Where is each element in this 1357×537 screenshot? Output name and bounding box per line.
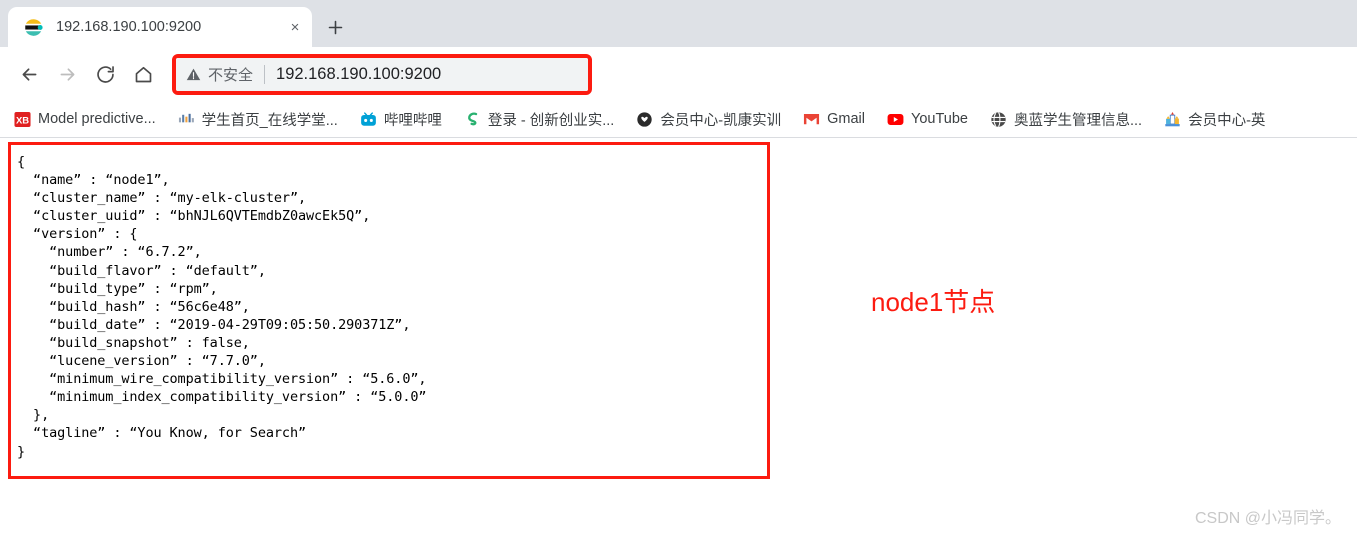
bookmark-label: 奥蓝学生管理信息... <box>1014 112 1143 129</box>
globe-dark-icon <box>990 111 1007 128</box>
bookmark-label: Model predictive... <box>38 111 156 127</box>
tab-title: 192.168.190.100:9200 <box>56 19 202 35</box>
bookmark-item[interactable]: 会员中心-英 <box>1164 106 1265 132</box>
bookmark-item[interactable]: 学生首页_在线学堂... <box>178 106 338 132</box>
security-status-label: 不安全 <box>208 66 254 84</box>
xb-red-square-icon: XB <box>14 111 31 128</box>
green-s-logo-icon <box>464 111 481 128</box>
node1-annotation: node1节点 <box>871 287 996 317</box>
bookmark-item[interactable]: 会员中心-凯康实训 <box>636 106 781 132</box>
csdn-watermark: CSDN @小冯同学。 <box>1194 510 1341 527</box>
dark-circle-icon <box>636 111 653 128</box>
omnibox-divider <box>264 64 266 84</box>
warning-triangle-icon[interactable] <box>186 67 201 82</box>
browser-tab[interactable]: 192.168.190.100:9200 × <box>8 7 312 47</box>
bookmark-label: Gmail <box>827 111 866 127</box>
browser-tab-strip: 192.168.190.100:9200 × <box>0 0 1357 47</box>
browser-toolbar: 不安全 192.168.190.100:9200 <box>0 47 1357 101</box>
close-icon[interactable]: × <box>282 14 308 40</box>
youtube-icon <box>887 111 904 128</box>
bookmark-label: 会员中心-英 <box>1188 112 1266 129</box>
bookmark-item[interactable]: Gmail <box>803 106 865 132</box>
new-tab-button[interactable] <box>318 10 352 44</box>
json-highlight-box: { “name” : “node1”, “cluster_name” : “my… <box>8 142 770 479</box>
bookmark-label: YouTube <box>911 111 968 127</box>
bars-chart-icon <box>178 111 195 128</box>
elasticsearch-json-response: { “name” : “node1”, “cluster_name” : “my… <box>17 154 427 460</box>
bookmark-label: 会员中心-凯康实训 <box>660 112 782 129</box>
bookmark-item[interactable]: 登录 - 创新创业实... <box>464 106 614 132</box>
bookmark-label: 登录 - 创新创业实... <box>487 112 615 129</box>
reload-button[interactable] <box>86 55 124 93</box>
bookmark-item[interactable]: 奥蓝学生管理信息... <box>990 106 1142 132</box>
address-bar-highlight: 不安全 192.168.190.100:9200 <box>172 53 592 95</box>
bookmark-item[interactable]: 哔哩哔哩 <box>360 106 442 132</box>
bookmark-label: 哔哩哔哩 <box>383 112 442 129</box>
bookmarks-bar: XB Model predictive... 学生首页_在线学堂... 哔哩哔哩… <box>0 101 1357 138</box>
address-bar[interactable]: 不安全 192.168.190.100:9200 <box>176 57 588 91</box>
page-content: { “name” : “node1”, “cluster_name” : “my… <box>0 138 1357 536</box>
elasticsearch-icon <box>24 18 43 37</box>
castle-icon <box>1164 111 1181 128</box>
bilibili-tv-icon <box>360 111 377 128</box>
svg-text:XB: XB <box>16 115 29 126</box>
back-button[interactable] <box>10 55 48 93</box>
bookmark-label: 学生首页_在线学堂... <box>201 112 338 129</box>
gmail-icon <box>803 111 820 128</box>
forward-button <box>48 55 86 93</box>
address-bar-url[interactable]: 192.168.190.100:9200 <box>276 65 441 84</box>
bookmark-item[interactable]: YouTube <box>887 106 968 132</box>
bookmark-item[interactable]: XB Model predictive... <box>14 106 156 132</box>
home-button[interactable] <box>124 55 162 93</box>
